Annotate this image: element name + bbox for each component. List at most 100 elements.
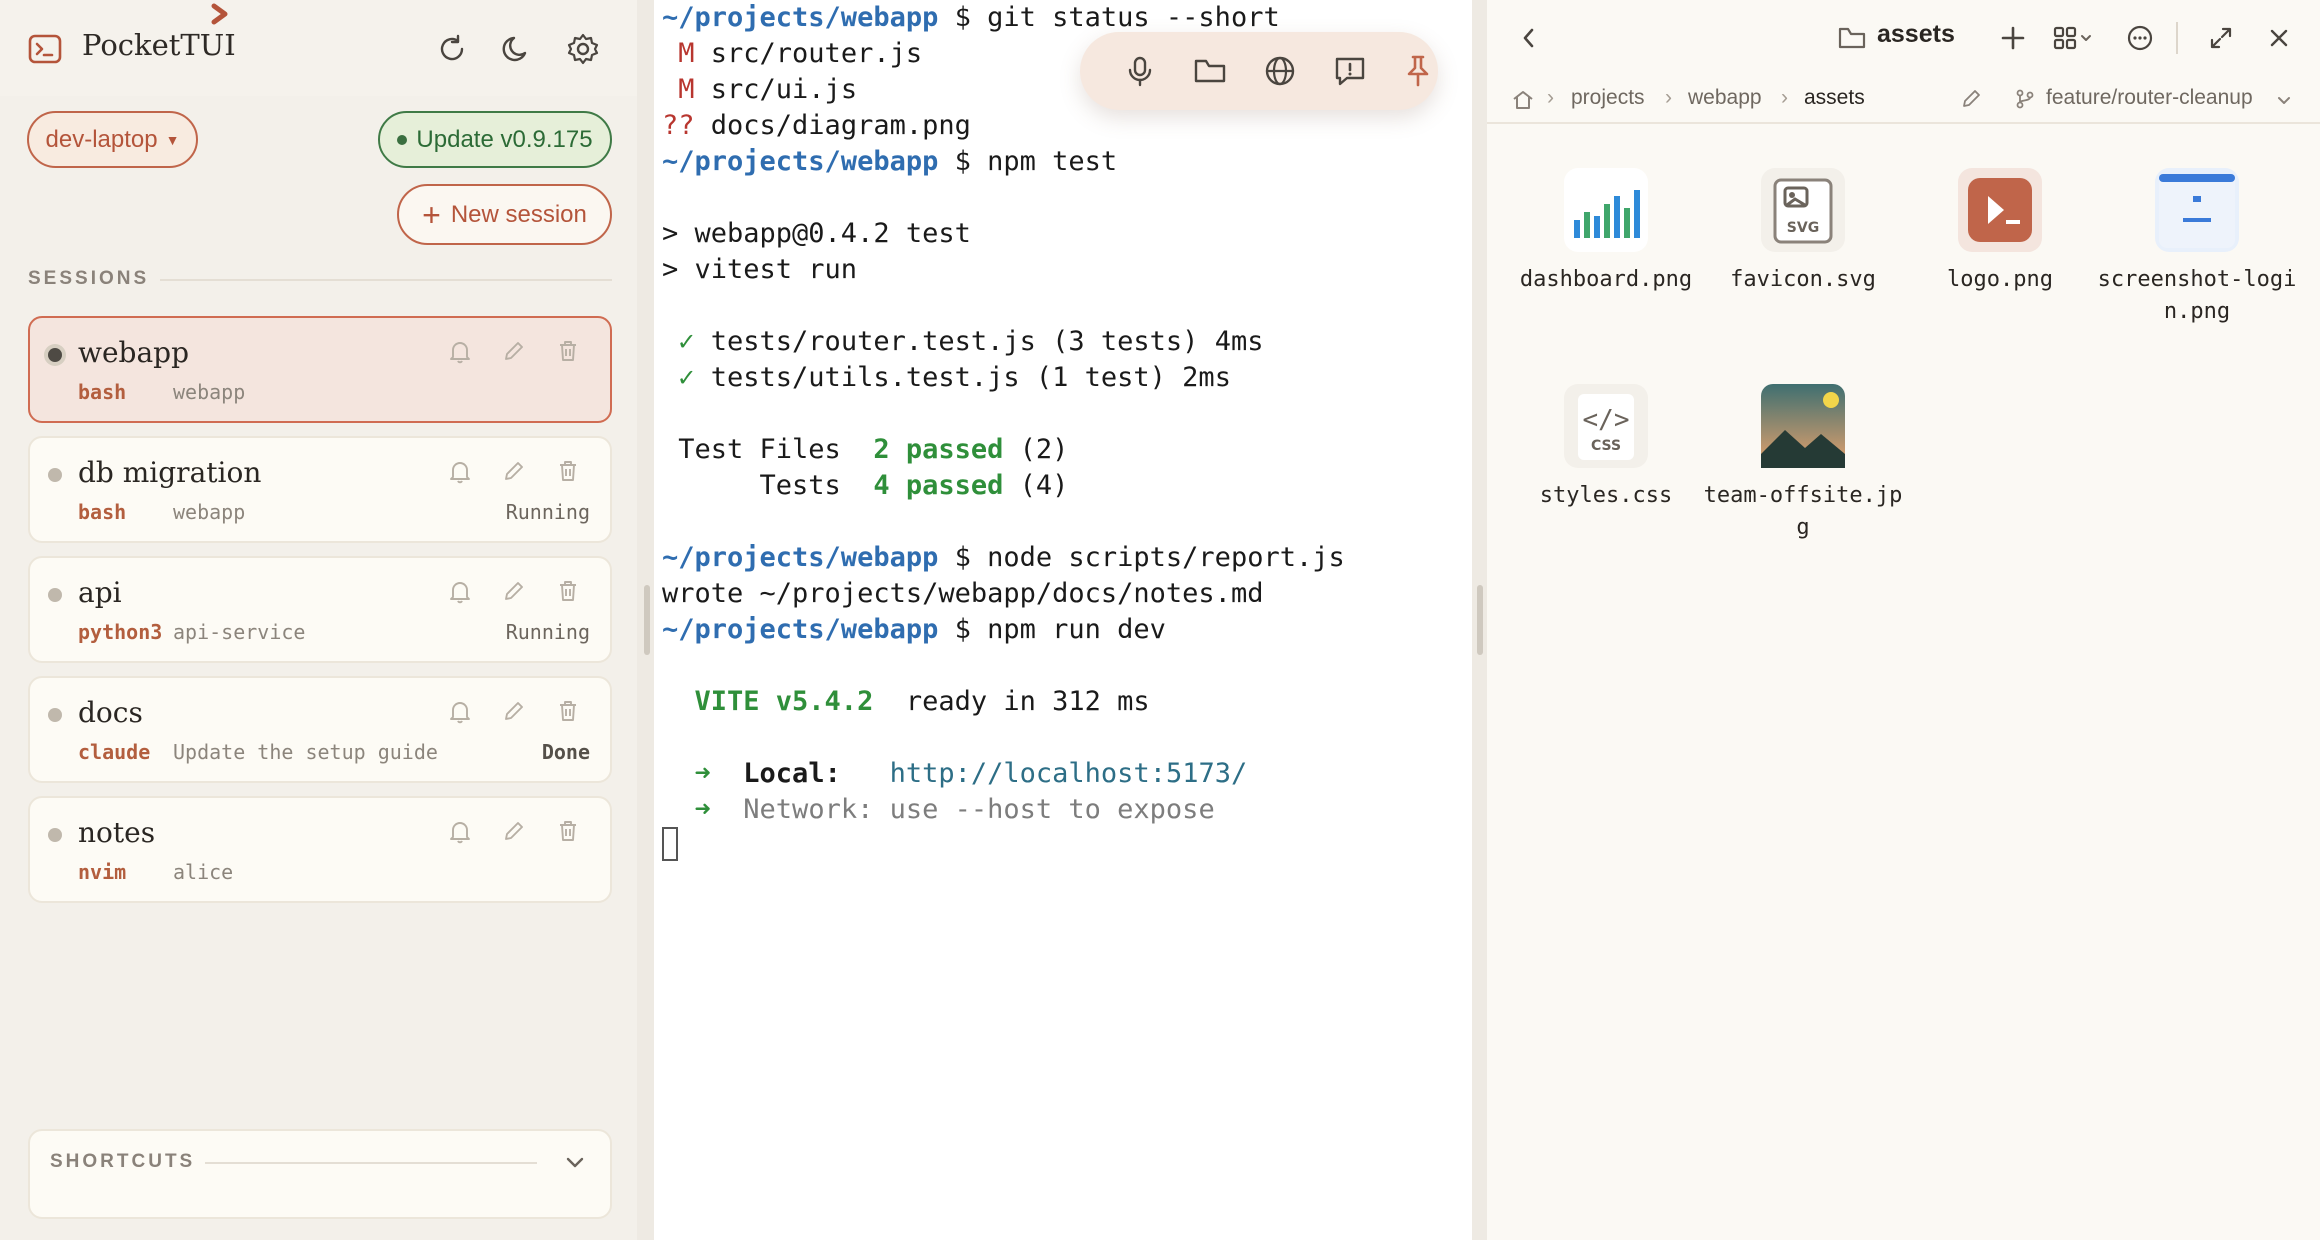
delete-button[interactable] bbox=[553, 818, 583, 848]
terminal-text: $ npm test bbox=[938, 146, 1118, 177]
sidebar-header: PocketTUI bbox=[0, 0, 637, 96]
notify-button[interactable] bbox=[445, 698, 475, 728]
terminal-text: ✓ bbox=[662, 362, 695, 393]
terminal-line: ➜ Local: http://localhost:5173/ bbox=[662, 756, 1248, 792]
pencil-icon[interactable] bbox=[1960, 88, 1982, 110]
notify-button[interactable] bbox=[445, 818, 475, 848]
notify-button[interactable] bbox=[445, 578, 475, 608]
feedback-button[interactable] bbox=[1330, 51, 1370, 91]
file-name: dashboard.png bbox=[1519, 267, 1693, 292]
splitter-handle[interactable] bbox=[644, 585, 650, 655]
panel-splitter[interactable] bbox=[1472, 0, 1487, 1240]
terminal-text: ~/projects/webapp bbox=[662, 614, 939, 645]
terminal-line: ~/projects/webapp $ node scripts/report.… bbox=[662, 540, 1345, 576]
breadcrumb-projects[interactable]: projects bbox=[1571, 86, 1645, 110]
session-status-dot bbox=[48, 828, 62, 842]
terminal-text: 4 passed bbox=[873, 470, 1004, 501]
rename-button[interactable] bbox=[499, 578, 529, 608]
session-context: alice bbox=[173, 860, 234, 884]
view-mode-button[interactable] bbox=[2043, 20, 2103, 56]
session-card[interactable]: api python3 api-service Running bbox=[28, 556, 612, 663]
pin-button[interactable] bbox=[1398, 51, 1438, 91]
session-status-dot bbox=[48, 348, 62, 362]
rename-button[interactable] bbox=[499, 818, 529, 848]
device-selector[interactable]: dev-laptop ▼ bbox=[27, 111, 198, 168]
files-button[interactable] bbox=[1190, 51, 1230, 91]
session-status: Running bbox=[505, 620, 590, 644]
terminal-text: $ git status --short bbox=[938, 2, 1280, 33]
terminal-line: > vitest run bbox=[662, 252, 857, 288]
pencil-icon bbox=[502, 459, 526, 488]
rename-button[interactable] bbox=[499, 458, 529, 488]
theme-toggle-button[interactable] bbox=[497, 29, 537, 69]
session-card[interactable]: notes nvim alice bbox=[28, 796, 612, 903]
svg-text:SVG: SVG bbox=[1787, 220, 1819, 236]
terminal-line: ~/projects/webapp $ npm test bbox=[662, 144, 1117, 180]
rename-button[interactable] bbox=[499, 338, 529, 368]
notify-button[interactable] bbox=[445, 338, 475, 368]
voice-input-button[interactable] bbox=[1120, 51, 1160, 91]
breadcrumb-webapp[interactable]: webapp bbox=[1688, 86, 1762, 110]
close-button[interactable] bbox=[2261, 20, 2297, 56]
session-command: bash bbox=[78, 380, 127, 404]
session-card[interactable]: webapp bash webapp bbox=[28, 316, 612, 423]
delete-button[interactable] bbox=[553, 338, 583, 368]
status-dot-icon bbox=[397, 134, 408, 145]
browser-button[interactable] bbox=[1260, 51, 1300, 91]
sidebar-splitter[interactable] bbox=[637, 0, 654, 1240]
new-session-button[interactable]: + New session bbox=[397, 184, 612, 245]
rename-button[interactable] bbox=[499, 698, 529, 728]
session-status: Running bbox=[505, 500, 590, 524]
more-options-button[interactable] bbox=[2122, 20, 2158, 56]
notify-button[interactable] bbox=[445, 458, 475, 488]
session-card[interactable]: db migration bash webapp Running bbox=[28, 436, 612, 543]
shortcuts-panel[interactable]: SHORTCUTS bbox=[28, 1129, 612, 1219]
divider bbox=[2176, 22, 2178, 54]
session-command: claude bbox=[78, 740, 151, 764]
update-button[interactable]: Update v0.9.175 bbox=[378, 111, 612, 168]
app-title: PocketTUI bbox=[82, 28, 236, 62]
session-card[interactable]: docs claude Update the setup guide Done bbox=[28, 676, 612, 783]
terminal-text: ready in 312 ms bbox=[873, 686, 1150, 717]
session-command: bash bbox=[78, 500, 127, 524]
more-options-icon bbox=[2127, 25, 2153, 51]
terminal-text: 2 passed bbox=[873, 434, 1004, 465]
refresh-button[interactable] bbox=[432, 29, 472, 69]
chevron-down-icon[interactable] bbox=[560, 1147, 590, 1177]
terminal-line: ?? docs/diagram.png bbox=[662, 108, 971, 144]
branch-selector[interactable]: feature/router-cleanup bbox=[2046, 86, 2253, 110]
terminal-text: (2) bbox=[1003, 434, 1069, 465]
settings-button[interactable] bbox=[563, 29, 603, 69]
chevron-down-icon[interactable] bbox=[2275, 91, 2293, 109]
terminal-icon bbox=[28, 34, 62, 64]
chevron-mark-icon bbox=[211, 3, 228, 25]
terminal-text: ➜ bbox=[662, 758, 711, 789]
terminal-text: M bbox=[662, 74, 695, 105]
terminal-text: (4) bbox=[1003, 470, 1069, 501]
terminal-line: ~/projects/webapp $ npm run dev bbox=[662, 612, 1166, 648]
terminal-text: ?? bbox=[662, 110, 695, 141]
file-name: styles.css bbox=[1539, 483, 1673, 508]
session-context: webapp bbox=[173, 500, 246, 524]
delete-button[interactable] bbox=[553, 698, 583, 728]
delete-button[interactable] bbox=[553, 458, 583, 488]
bell-icon bbox=[447, 458, 473, 489]
terminal-line: M src/router.js bbox=[662, 36, 922, 72]
session-status-dot bbox=[48, 588, 62, 602]
home-icon[interactable] bbox=[1511, 88, 1535, 112]
pencil-icon bbox=[502, 579, 526, 608]
splitter-handle[interactable] bbox=[1477, 585, 1483, 655]
delete-button[interactable] bbox=[553, 578, 583, 608]
breadcrumb-assets[interactable]: assets bbox=[1804, 86, 1865, 110]
expand-button[interactable] bbox=[2203, 20, 2239, 56]
git-branch-icon bbox=[2016, 89, 2034, 109]
session-name: notes bbox=[78, 816, 156, 849]
terminal[interactable]: ~/projects/webapp $ git status --short M… bbox=[654, 0, 1472, 1240]
new-file-button[interactable] bbox=[1995, 20, 2031, 56]
sidebar: PocketTUI dev-laptop ▼ Update v0.9.175 +… bbox=[0, 0, 637, 1240]
terminal-text: tests/utils.test.js (1 test) 2ms bbox=[694, 362, 1231, 393]
terminal-line: VITE v5.4.2 ready in 312 ms bbox=[662, 684, 1150, 720]
terminal-line: Test Files 2 passed (2) bbox=[662, 432, 1068, 468]
session-status-dot bbox=[48, 468, 62, 482]
back-button[interactable] bbox=[1511, 20, 1547, 56]
